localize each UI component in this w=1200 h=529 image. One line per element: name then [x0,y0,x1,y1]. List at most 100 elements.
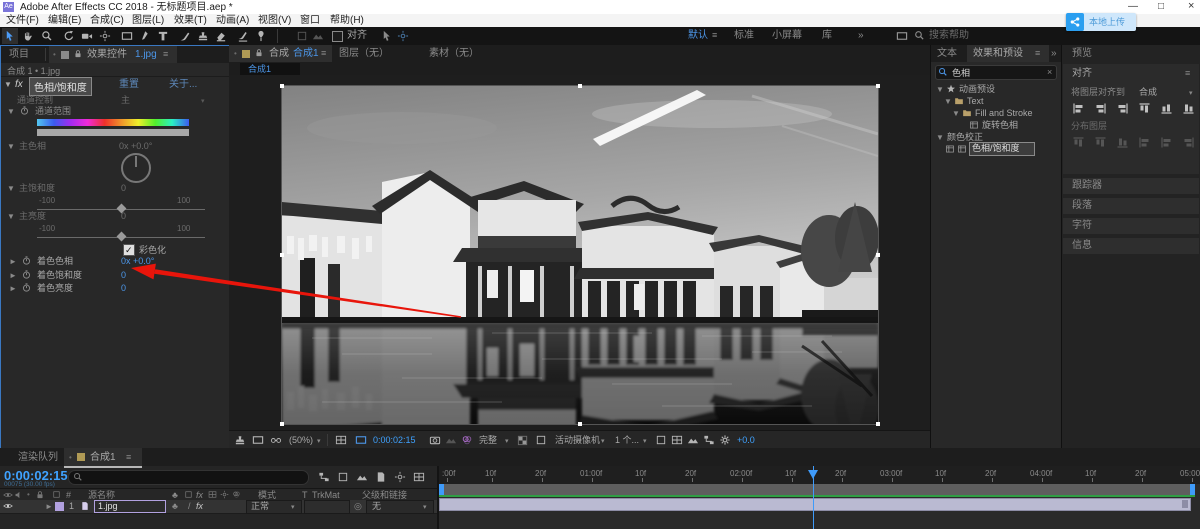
hue-dial[interactable] [121,153,151,183]
upload-overlay[interactable]: 本地上传 [1066,13,1136,31]
resize-handle[interactable] [876,253,880,257]
frame-blending-icon[interactable] [375,471,387,483]
effects-search-value[interactable]: 色相 [952,69,970,78]
monitor-icon[interactable] [252,434,264,446]
type-tool-icon[interactable] [157,30,169,42]
layer-bar-end-handle[interactable] [1182,500,1188,508]
show-snapshot-icon[interactable] [445,434,457,446]
tree-color-correction[interactable]: 颜色校正 [947,133,983,142]
menu-file[interactable]: 文件(F) [6,16,39,26]
tab-layer[interactable]: 图层（无） [339,49,389,59]
align-to-value[interactable]: 合成 [1139,88,1157,97]
tab-preview[interactable]: 预览 [1072,49,1092,59]
master-light-value[interactable]: 0 [121,212,126,221]
magnification-value[interactable]: (50%) [289,436,313,445]
effect-about-link[interactable]: 关于... [169,80,197,90]
panel-menu-icon[interactable]: ≡ [1185,69,1190,78]
light-slider-handle[interactable] [117,232,127,242]
align-checkbox[interactable] [332,31,343,42]
work-area-start-handle[interactable] [439,484,444,495]
panel-menu-icon[interactable]: ≡ [126,453,131,462]
master-hue-twirl-icon[interactable]: ▼ [7,143,15,151]
effect-twirl-icon[interactable]: ▼ [4,81,12,89]
exposure-adjust-icon[interactable] [535,434,547,446]
resize-handle[interactable] [280,84,284,88]
effect-name[interactable]: 色相/饱和度 [29,77,92,96]
workspace-small-screen[interactable]: 小屏幕 [772,31,802,41]
layer-duration-bar[interactable] [439,498,1191,511]
layer-visibility-icon[interactable] [3,501,13,511]
align-right-icon[interactable] [1115,102,1130,115]
align-to-dropdown-icon[interactable]: ▾ [1189,89,1193,97]
clone-stamp-tool-icon[interactable] [197,30,209,42]
layer-quality-icon[interactable]: ♣ [172,502,178,511]
align-panel-title[interactable]: 对齐 [1072,69,1092,79]
tab-project[interactable]: 项目 [9,50,29,60]
resize-handle[interactable] [280,422,284,426]
workspace-library[interactable]: 库 [822,31,832,41]
selection-tool[interactable] [2,28,18,44]
camera-dropdown-icon[interactable]: ▾ [601,437,605,445]
menu-animation[interactable]: 动画(A) [216,16,249,26]
colorize-light-stopwatch-icon[interactable] [21,282,32,293]
colorize-light-twirl-icon[interactable]: ► [9,285,17,293]
tree-twirl-icon[interactable]: ▼ [936,86,944,94]
tree-hue-saturation-selected[interactable]: 色相/饱和度 [969,142,1035,156]
time-ruler[interactable]: :00f 10f 20f 01:00f 10f 20f 02:00f 10f 2… [439,466,1200,484]
tab-footage[interactable]: 素材（无） [429,49,479,59]
menu-layer[interactable]: 图层(L) [132,16,164,26]
hue-spectrum-bar[interactable] [37,119,189,126]
stereo-3d-glasses-icon[interactable] [270,434,282,446]
align-center-v-icon[interactable] [1160,101,1173,116]
colorize-sat-twirl-icon[interactable]: ► [9,272,17,280]
paragraph-panel-header[interactable]: 段落 [1063,198,1199,214]
info-panel-header[interactable]: 信息 [1063,238,1199,254]
colorize-checkbox[interactable]: ✓ [123,244,135,256]
clear-search-icon[interactable]: × [1047,68,1052,77]
colorize-sat-stopwatch-icon[interactable] [21,269,32,280]
tool-extra2-icon[interactable] [397,30,409,42]
magnification-dropdown-icon[interactable]: ▾ [317,437,321,445]
transparency-grid-icon[interactable] [517,434,529,446]
channel-range-twirl-icon[interactable]: ▼ [7,108,15,116]
fast-previews-icon[interactable] [687,434,699,446]
reset-exposure-icon[interactable] [719,434,731,446]
work-area-end-handle[interactable] [1190,484,1195,495]
shy-layers-icon[interactable] [356,471,368,483]
menu-edit[interactable]: 编辑(E) [48,16,81,26]
colorize-hue-value[interactable]: 0x +0.0° [121,257,154,266]
motion-blur-icon[interactable] [394,471,406,483]
master-sat-twirl-icon[interactable]: ▼ [7,185,15,193]
tree-text-folder[interactable]: Text [967,97,984,106]
work-area-bar[interactable] [439,484,1195,495]
pen-tool-icon[interactable] [139,30,151,42]
resize-handle[interactable] [578,422,582,426]
active-camera-value[interactable]: 活动摄像机 [555,436,600,445]
master-sat-value[interactable]: 0 [121,184,126,193]
align-top-icon[interactable] [1138,101,1151,116]
layer-quality-slash-icon[interactable]: / [188,502,191,511]
panel-overflow-icon[interactable]: » [1051,49,1057,59]
layer-row[interactable]: ► 1 1.jpg ♣ / fx 正常 ▾ ◎ 无 ▾ [0,500,437,514]
tab-timeline-comp[interactable]: • 合成1 ≡ [64,448,142,468]
resize-handle[interactable] [578,84,582,88]
effects-search-box[interactable]: 色相 × [935,65,1057,80]
pixel-aspect-icon[interactable] [671,434,683,446]
layer-mode-dropdown[interactable]: 正常 ▾ [246,500,302,514]
tab-effects-presets[interactable]: 效果和预设 ≡ [967,45,1049,62]
composition-viewer[interactable] [229,75,930,430]
resize-handle[interactable] [280,253,284,257]
colorize-sat-value[interactable]: 0 [121,271,126,280]
align-center-h-icon[interactable] [1093,102,1108,115]
master-hue-value[interactable]: 0x +0.0° [119,142,152,151]
hand-tool-icon[interactable] [22,30,34,42]
layer-label-swatch[interactable] [55,502,64,511]
snapshot-camera-icon[interactable] [429,434,441,446]
resize-handle[interactable] [876,422,880,426]
channel-control-value[interactable]: 主 [121,96,130,105]
draft-3d-icon[interactable] [337,471,349,483]
tool-extra-icon[interactable] [381,30,393,42]
col-trkmat[interactable]: TrkMat [312,491,340,500]
preview-quality-icon[interactable] [234,434,246,446]
range-bar[interactable] [37,129,189,136]
